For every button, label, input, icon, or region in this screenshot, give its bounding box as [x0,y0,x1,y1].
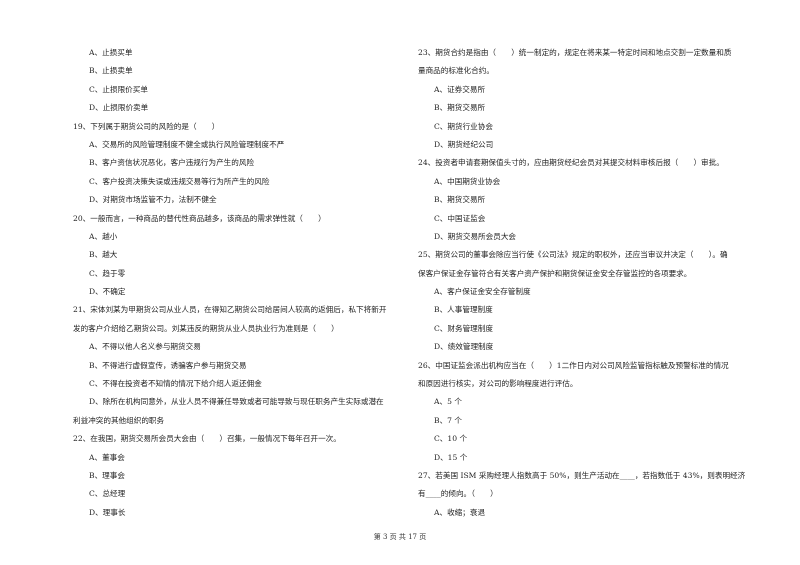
answer-option: B、7 个 [434,415,463,425]
left-column: A、止损买单 B、止损卖单 C、止损限价买单 D、止损限价卖单 19、下列属于期货公司的… [73,44,403,522]
question-text-continued: 量商品的标准化合约。 [418,66,494,76]
answer-option: D、不确定 [89,287,126,297]
answer-option: A、客户保证金安全存管制度 [434,287,531,297]
right-column: 23、期货合约是指由（ ）统一制定的，规定在将来某一特定时间和地点交割一定数量和… [418,44,778,522]
answer-option: D、除所在机构同意外，从业人员不得兼任导致或者可能导致与现任职务产生实际或潜在 [89,397,384,407]
question-text: 21、宋体刘某为甲期货公司从业人员，在得知乙期货公司给居间人较高的返佣后，私下将… [73,305,387,315]
answer-option: D、期货经纪公司 [434,139,494,149]
answer-option: C、客户投资决策失误或违规交易等行为所产生的风险 [89,176,270,186]
question-text-continued: 和原因进行核实，对公司的影响程度进行评估。 [418,379,578,389]
answer-option: A、证券交易所 [434,84,486,94]
question-text: 24、投资者申请套期保值头寸的，应由期货经纪会员对其提交材料审核后报（ ）审批。 [418,158,724,168]
answer-option: C、中国证监会 [434,213,486,223]
answer-option: A、越小 [89,231,118,241]
question-text: 23、期货合约是指由（ ）统一制定的，规定在将来某一特定时间和地点交割一定数量和… [418,48,732,57]
question-text: 22、在我国，期货交易所会员大会由（ ）召集，一般情况下每年召开一次。 [73,434,341,444]
answer-option: A、止损买单 [89,48,133,57]
answer-option: D、15 个 [434,452,468,462]
answer-option: A、中国期货业协会 [434,176,501,186]
question-text-continued: 保客户保证金存管符合有关客户资产保护和期货保证金安全存管监控的各项要求。 [418,268,692,278]
answer-option: A、不得以他人名义参与期货交易 [89,342,201,352]
answer-option: B、客户资信状况恶化，客户违规行为产生的风险 [89,158,255,168]
answer-option: A、交易所的风险管理制度不健全或执行风险管理制度不严 [89,139,285,149]
question-text: 25、期货公司的董事会除应当行使《公司法》规定的职权外，还应当审议并决定（ ）。… [418,250,728,260]
answer-option: C、期货行业协会 [434,121,493,131]
answer-option: D、止损限价卖单 [89,103,149,113]
question-text: 20、一般而言，一种商品的替代性商品越多，该商品的需求弹性就（ ） [73,213,326,223]
answer-option: D、期货交易所会员大会 [434,231,517,241]
answer-option: C、趋于零 [89,268,126,278]
answer-option: A、5 个 [434,397,462,407]
answer-option: B、期货交易所 [434,195,486,205]
answer-option: C、10 个 [434,434,468,444]
answer-option: B、期货交易所 [434,103,486,113]
answer-option: B、不得进行虚假宣传，诱骗客户参与期货交易 [89,360,247,370]
question-text-continued: 利益冲突的其他组织的职务 [73,415,165,425]
answer-option: D、对期货市场监管不力，法制不健全 [89,195,217,205]
answer-option: D、理事长 [89,507,126,517]
answer-option: B、越大 [89,250,118,260]
answer-option: C、财务管理制度 [434,323,493,333]
answer-option: C、止损限价买单 [89,84,148,94]
answer-option: B、理事会 [89,470,125,480]
answer-option: D、绩效管理制度 [434,342,494,352]
question-text-continued: 发的客户介绍给乙期货公司。刘某违反的期货从业人员执业行为准则是（ ） [73,323,339,333]
question-text: 19、下列属于期货公司的风险的是（ ） [73,121,220,131]
answer-option: A、收缩；衰退 [434,507,486,517]
question-text: 26、中国证监会派出机构应当在（ ）1二作日内对公司风险监管指标触及预警标准的情… [418,360,729,370]
answer-option: B、人事管理制度 [434,305,493,315]
answer-option: B、止损卖单 [89,66,133,76]
answer-option: A、董事会 [89,452,125,462]
question-text: 27、若美国 ISM 采购经理人指数高于 50%，则生产活动在____，若指数低… [418,470,746,480]
question-text-continued: 有____的倾向。（ ） [418,489,498,499]
answer-option: C、不得在投资者不知情的情况下给介绍人返还佣金 [89,379,262,389]
answer-option: C、总经理 [89,489,126,499]
page-footer: 第 3 页 共 17 页 [373,533,427,541]
